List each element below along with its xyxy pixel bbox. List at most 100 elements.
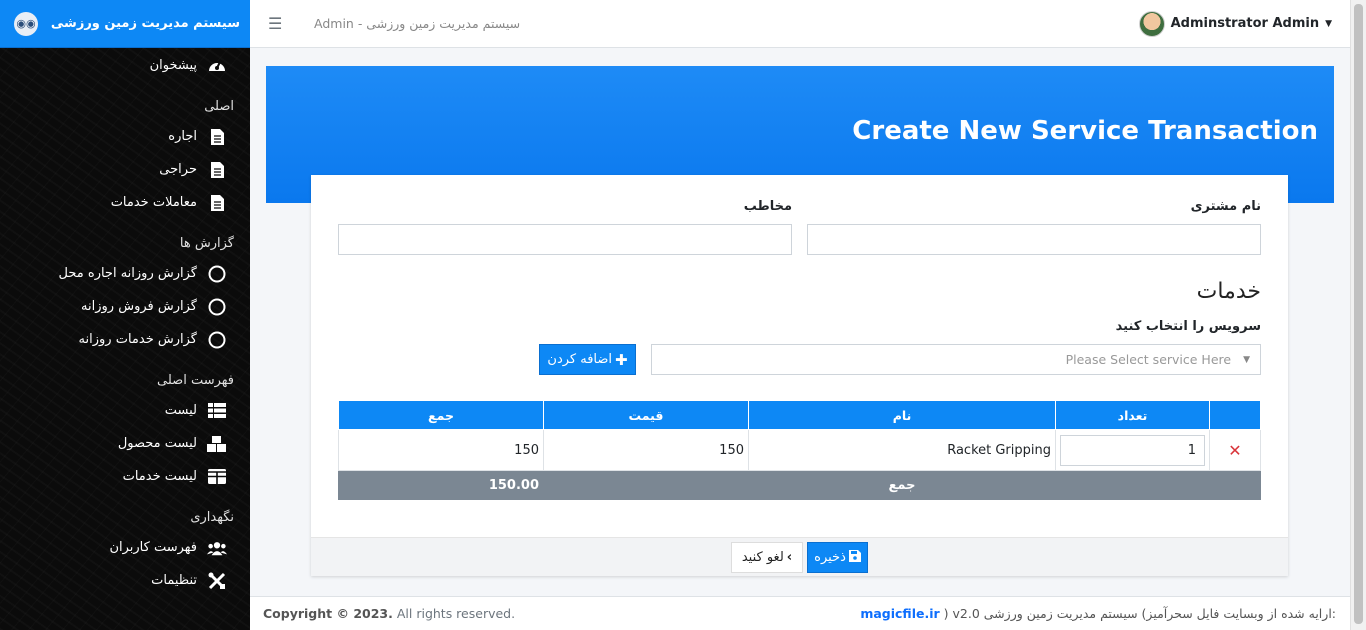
sidebar-header-master-list: فهرست اصلی: [157, 373, 234, 388]
tools-icon: [207, 572, 227, 590]
grand-total-value: 150.00: [338, 470, 544, 500]
sidebar-item-product-list[interactable]: لیست محصول: [0, 427, 250, 460]
hamburger-menu-icon[interactable]: ☰: [268, 14, 292, 33]
topbar-title: سیستم مدیریت زمین ورزشی - Admin: [314, 16, 521, 31]
sidebar-header-maintenance: نگهداری: [190, 510, 234, 525]
row-qty-cell: 1: [1055, 429, 1210, 471]
sidebar-item-auction[interactable]: حراجی: [0, 153, 250, 186]
services-section-title: خدمات: [1196, 279, 1261, 304]
table-header-row: جمع قیمت نام تعداد: [338, 400, 1261, 430]
avatar: [1138, 10, 1165, 37]
services-table: جمع قیمت نام تعداد 150 150 Racket Grippi…: [338, 400, 1261, 500]
list-icon: [207, 403, 227, 418]
sidebar-item-label: لیست: [164, 403, 197, 418]
sidebar-item-label: گزارش خدمات روزانه: [78, 332, 197, 347]
brand-title: سیستم مدیریت زمین ورزشی: [50, 16, 240, 31]
row-total: 150: [338, 429, 544, 471]
cancel-label: لغو کنید: [741, 550, 784, 565]
column-action-header: [1209, 400, 1261, 430]
sidebar-item-daily-rent-report[interactable]: گزارش روزانه اجاره محل: [0, 257, 250, 290]
version-text: ) v2.0: [943, 606, 980, 621]
grand-total-label: جمع: [543, 470, 1261, 500]
sidebar-item-dashboard[interactable]: پیشخوان: [0, 48, 250, 82]
transaction-form-card: نام مشتری مخاطب خدمات سرویس را انتخاب کن…: [311, 175, 1288, 576]
total-row: 150.00 جمع: [338, 470, 1261, 500]
brand[interactable]: سیستم مدیریت زمین ورزشی ◉◉: [0, 0, 250, 48]
credit-text: :ارایه شده از وبسایت فایل سحرآمیز) سیستم…: [983, 606, 1336, 621]
sidebar-item-label: لیست محصول: [117, 436, 197, 451]
column-price-header: قیمت: [543, 400, 749, 430]
boxes-icon: [207, 435, 227, 452]
sidebar-header-main: اصلی: [204, 99, 234, 114]
sidebar-nav: پیشخوان اصلی اجاره حراجی معاملات خدمات گ…: [0, 48, 250, 597]
circle-icon: [207, 265, 227, 283]
sidebar-item-daily-sales-report[interactable]: گزارش فروش روزانه: [0, 290, 250, 323]
copyright: Copyright © 2023. All rights reserved.: [263, 606, 515, 621]
table-icon: [207, 469, 227, 484]
quantity-input[interactable]: 1: [1060, 434, 1205, 466]
sidebar-header-reports: گزارش ها: [179, 236, 234, 251]
cancel-button[interactable]: › لغو کنید: [731, 542, 803, 573]
copyright-text: Copyright © 2023.: [263, 606, 393, 621]
sidebar-item-label: اجاره: [168, 129, 197, 144]
sidebar-item-services-list[interactable]: لیست خدمات: [0, 460, 250, 493]
add-service-label: اضافه کردن: [547, 352, 613, 367]
page-title: Create New Service Transaction: [852, 116, 1318, 146]
service-select-label: سرویس را انتخاب کنید: [1115, 319, 1261, 334]
add-service-button[interactable]: ✚ اضافه کردن: [539, 344, 636, 375]
sidebar-item-label: حراجی: [159, 162, 197, 177]
page-scrollbar[interactable]: [1350, 0, 1366, 630]
row-price: 150: [543, 429, 749, 471]
rights-text: All rights reserved.: [396, 606, 516, 621]
column-qty-header: تعداد: [1055, 400, 1210, 430]
table-row: 150 150 Racket Gripping 1 ✕: [338, 429, 1261, 471]
users-icon: [207, 540, 227, 556]
sidebar-item-label: فهرست کاربران: [109, 540, 197, 555]
column-name-header: نام: [748, 400, 1056, 430]
sidebar: سیستم مدیریت زمین ورزشی ◉◉ پیشخوان اصلی …: [0, 0, 250, 630]
sidebar-item-label: گزارش روزانه اجاره محل: [58, 266, 197, 281]
file-icon: [207, 194, 227, 211]
sidebar-item-rent[interactable]: اجاره: [0, 120, 250, 153]
chevron-right-icon: ›: [786, 550, 793, 565]
sidebar-item-label: معاملات خدمات: [110, 195, 197, 210]
customer-name-label: نام مشتری: [1190, 199, 1261, 214]
save-icon: [848, 549, 861, 566]
credit: :ارایه شده از وبسایت فایل سحرآمیز) سیستم…: [860, 606, 1336, 621]
chevron-down-icon: ▼: [1243, 354, 1250, 365]
topbar: ☰ سیستم مدیریت زمین ورزشی - Admin Admins…: [250, 0, 1350, 48]
contact-input[interactable]: [338, 224, 792, 255]
file-icon: [207, 161, 227, 178]
column-total-header: جمع: [338, 400, 544, 430]
row-name: Racket Gripping: [748, 429, 1056, 471]
save-button[interactable]: ذخیره: [807, 542, 868, 573]
circle-icon: [207, 331, 227, 349]
sidebar-item-settings[interactable]: تنظیمات: [0, 564, 250, 597]
file-icon: [207, 128, 227, 145]
contact-label: مخاطب: [743, 199, 792, 214]
caret-down-icon: ▼: [1325, 18, 1332, 29]
customer-name-input[interactable]: [807, 224, 1261, 255]
credit-link[interactable]: magicfile.ir: [860, 606, 939, 621]
remove-row-icon[interactable]: ✕: [1209, 429, 1261, 471]
card-footer: ذخیره › لغو کنید: [311, 537, 1288, 576]
dashboard-icon: [207, 58, 227, 72]
service-select-placeholder: Please Select service Here: [1065, 352, 1232, 367]
plus-icon: ✚: [615, 350, 628, 369]
page-footer: Copyright © 2023. All rights reserved. :…: [250, 596, 1350, 630]
circle-icon: [207, 298, 227, 316]
sidebar-item-daily-services-report[interactable]: گزارش خدمات روزانه: [0, 323, 250, 356]
sidebar-item-label: پیشخوان: [149, 57, 197, 73]
sidebar-item-label: گزارش فروش روزانه: [81, 299, 197, 314]
user-name: Adminstrator Admin: [1170, 16, 1320, 31]
service-select[interactable]: Please Select service Here ▼: [651, 344, 1261, 375]
sidebar-item-users[interactable]: فهرست کاربران: [0, 531, 250, 564]
save-label: ذخیره: [814, 550, 846, 565]
sidebar-item-label: لیست خدمات: [122, 469, 197, 484]
scrollbar-thumb[interactable]: [1354, 4, 1363, 624]
brand-logo-icon: ◉◉: [14, 11, 38, 36]
sidebar-item-label: تنظیمات: [151, 573, 197, 588]
sidebar-item-list[interactable]: لیست: [0, 394, 250, 427]
user-menu[interactable]: Adminstrator Admin ▼: [1138, 10, 1332, 37]
sidebar-item-service-transactions[interactable]: معاملات خدمات: [0, 186, 250, 219]
